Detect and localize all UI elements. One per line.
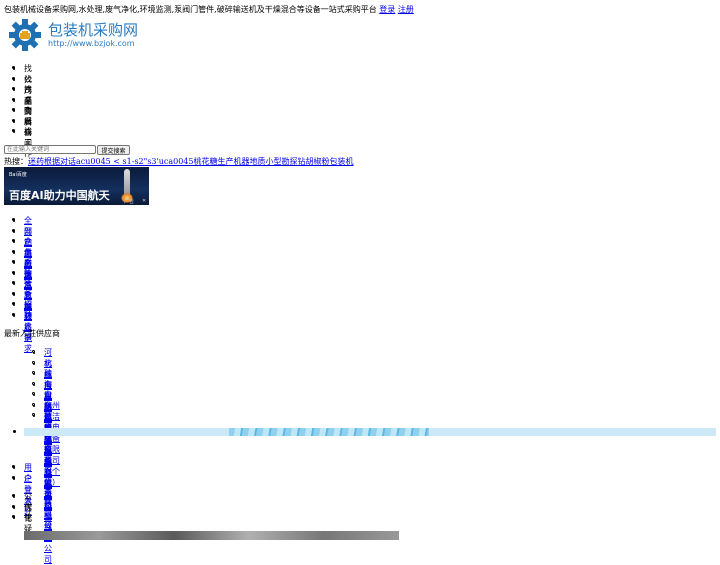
- hot-search-link[interactable]: 地质小型勘探钻: [249, 157, 305, 166]
- search-input[interactable]: [4, 145, 96, 154]
- new-suppliers-title: 最新入驻供应商: [4, 329, 60, 338]
- promo-banner-image[interactable]: [24, 428, 716, 436]
- top-bar: 包装机械设备采购网,水处理,废气净化,环境监测,泵阀门管件,破碎输送机及干燥混合…: [4, 4, 414, 15]
- rocket-illustration: [124, 169, 130, 195]
- search-button[interactable]: 提交搜索: [97, 145, 130, 155]
- close-icon[interactable]: ✕: [142, 198, 146, 204]
- hot-search-bar: 热搜：迷药根据对话acu0045 < s1-s2"s3'uca0045桃花糖生产…: [4, 156, 353, 167]
- hot-search-link[interactable]: 胡椒粉包装机: [305, 157, 353, 166]
- banner-brand: Bai百度: [9, 172, 27, 178]
- ad-tag: 广告: [124, 199, 135, 205]
- hot-search-link[interactable]: 桃花糖生产机器: [193, 157, 249, 166]
- site-logo[interactable]: 包装机采购网 http://www.bzjok.com: [8, 18, 158, 52]
- site-tagline: 包装机械设备采购网,水处理,废气净化,环境监测,泵阀门管件,破碎输送机及干燥混合…: [4, 5, 377, 14]
- main-nav-item[interactable]: 找工作: [12, 126, 32, 159]
- register-link[interactable]: 注册: [398, 5, 414, 14]
- hot-search-label: 热搜：: [4, 157, 28, 166]
- ad-banner[interactable]: Bai百度 百度AI助力中国航天 广告 ✕: [4, 167, 149, 205]
- promo-banner-graphic: [229, 428, 429, 436]
- logo-url: http://www.bzjok.com: [48, 39, 135, 48]
- gear-logo-icon: [9, 19, 41, 51]
- login-link[interactable]: 登录: [379, 5, 395, 14]
- featured-photo[interactable]: [24, 531, 399, 540]
- slider-bullet: [13, 430, 16, 433]
- banner-headline: 百度AI助力中国航天: [9, 189, 110, 202]
- hot-search-link[interactable]: 迷药根据对话acu0045 < s1-s2"s3'uca0045: [28, 157, 193, 166]
- logo-name: 包装机采购网: [48, 21, 139, 39]
